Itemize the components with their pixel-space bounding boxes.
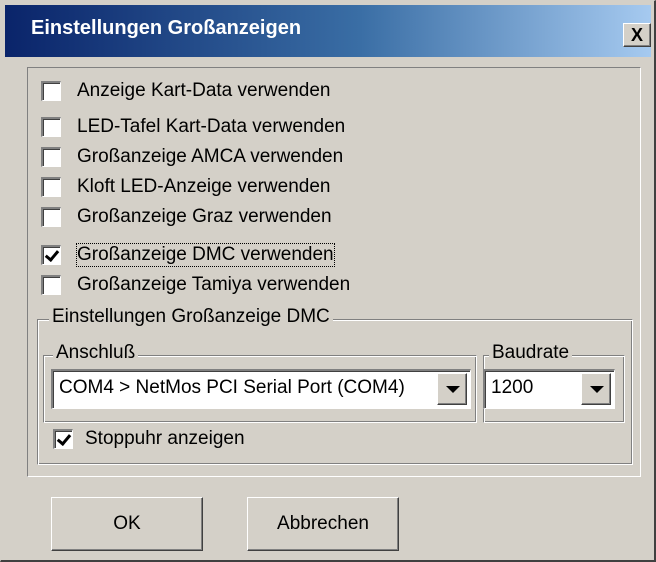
option-tamiya[interactable]: Großanzeige Tamiya verwenden <box>41 273 350 297</box>
close-button[interactable]: X <box>623 23 651 47</box>
option-graz[interactable]: Großanzeige Graz verwenden <box>41 205 332 229</box>
chevron-down-icon[interactable] <box>581 373 611 405</box>
baudrate-legend: Baudrate <box>489 342 573 364</box>
checkbox-stopwatch[interactable] <box>53 429 73 449</box>
option-label: Anzeige Kart-Data verwenden <box>77 80 331 101</box>
title-bar[interactable]: Einstellungen Großanzeigen X <box>5 5 651 57</box>
baudrate-select-value: 1200 <box>491 377 534 398</box>
cancel-button[interactable]: Abbrechen <box>247 497 399 551</box>
checkbox-led-tafel[interactable] <box>41 117 61 137</box>
option-dmc[interactable]: Großanzeige DMC verwenden <box>41 243 335 267</box>
option-amca[interactable]: Großanzeige AMCA verwenden <box>41 145 343 169</box>
option-label: Großanzeige DMC verwenden <box>76 243 335 267</box>
window-title: Einstellungen Großanzeigen <box>31 17 302 39</box>
option-label: Großanzeige Tamiya verwenden <box>77 274 351 295</box>
option-label: Großanzeige Graz verwenden <box>77 206 332 227</box>
option-label: Großanzeige AMCA verwenden <box>77 146 344 167</box>
option-led-tafel[interactable]: LED-Tafel Kart-Data verwenden <box>41 115 345 139</box>
baudrate-select[interactable]: 1200 <box>483 369 615 409</box>
checkbox-kart-data[interactable] <box>41 81 61 101</box>
chevron-down-icon[interactable] <box>437 373 467 405</box>
checkbox-kloft[interactable] <box>41 177 61 197</box>
checkbox-dmc[interactable] <box>41 245 61 265</box>
option-stopwatch[interactable]: Stoppuhr anzeigen <box>53 427 245 451</box>
stopwatch-label: Stoppuhr anzeigen <box>85 428 245 449</box>
option-kloft[interactable]: Kloft LED-Anzeige verwenden <box>41 175 330 199</box>
settings-dialog: Einstellungen Großanzeigen X Anzeige Kar… <box>0 0 656 562</box>
option-label: LED-Tafel Kart-Data verwenden <box>77 116 346 137</box>
close-icon: X <box>630 25 643 45</box>
checkbox-graz[interactable] <box>41 207 61 227</box>
option-label: Kloft LED-Anzeige verwenden <box>77 176 331 197</box>
option-kart-data[interactable]: Anzeige Kart-Data verwenden <box>41 79 330 103</box>
port-select[interactable]: COM4 > NetMos PCI Serial Port (COM4) <box>51 369 471 409</box>
port-legend: Anschluß <box>53 342 139 364</box>
checkbox-amca[interactable] <box>41 147 61 167</box>
checkbox-tamiya[interactable] <box>41 275 61 295</box>
ok-button[interactable]: OK <box>51 497 203 551</box>
dmc-group-title: Einstellungen Großanzeige DMC <box>49 306 333 328</box>
port-select-value: COM4 > NetMos PCI Serial Port (COM4) <box>59 377 405 398</box>
